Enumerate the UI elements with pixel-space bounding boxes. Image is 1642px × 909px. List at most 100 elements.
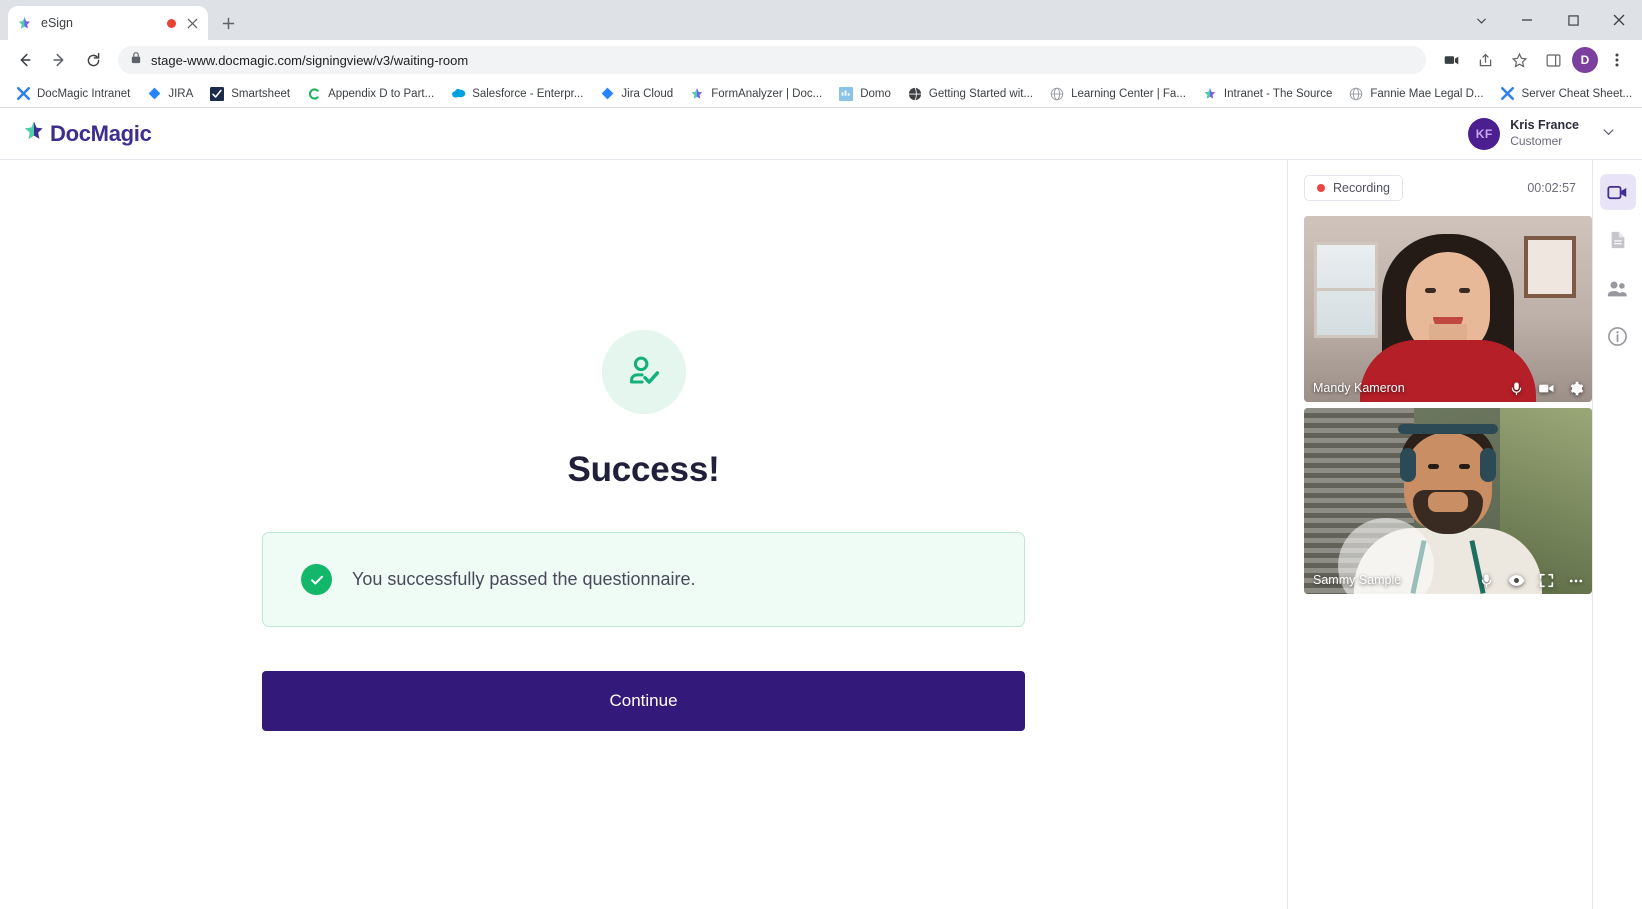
forward-arrow-icon[interactable] <box>44 45 74 75</box>
bookmark-label: JIRA <box>168 87 194 100</box>
alert-message: You successfully passed the questionnair… <box>352 569 696 589</box>
eye-icon[interactable] <box>1508 572 1525 589</box>
url-text: stage-www.docmagic.com/signingview/v3/wa… <box>151 52 469 68</box>
bookmark-label: Jira Cloud <box>621 87 674 100</box>
maximize-icon[interactable] <box>1550 0 1596 40</box>
bookmark-item[interactable]: Smartsheet <box>202 83 297 105</box>
rail-item-video[interactable] <box>1599 174 1636 210</box>
docmagic-star-logo <box>22 119 48 148</box>
browser-profile-avatar[interactable]: D <box>1572 47 1598 73</box>
globe-icon <box>1049 86 1065 102</box>
bookmark-label: Smartsheet <box>231 87 291 100</box>
salesforce-cloud-icon <box>450 86 466 102</box>
avatar: KF <box>1468 117 1501 150</box>
bookmark-item[interactable]: Fannie Mae Legal D... <box>1341 83 1490 105</box>
bookmark-label: FormAnalyzer | Doc... <box>711 87 823 100</box>
kebab-menu-icon[interactable] <box>1602 45 1632 75</box>
participant-name: Mandy Kameron <box>1313 381 1405 395</box>
bookmarks-bar: DocMagic Intranet JIRA Smartsheet Appendix … <box>0 80 1642 108</box>
chevron-down-icon[interactable] <box>1601 124 1616 144</box>
bookmark-label: Getting Started wit... <box>928 87 1034 100</box>
sidepanel-icon[interactable] <box>1538 45 1568 75</box>
browser-tab[interactable]: eSign <box>8 6 208 40</box>
participant-name: Sammy Sample <box>1313 573 1402 587</box>
globe-dark-icon <box>907 86 923 102</box>
bookmark-item[interactable]: Getting Started wit... <box>900 83 1040 105</box>
user-name: Kris France <box>1510 118 1579 133</box>
video-tile[interactable]: Sammy Sample <box>1304 408 1592 594</box>
rail-item-documents[interactable] <box>1600 222 1636 258</box>
video-panel-header: Recording 00:02:57 <box>1304 174 1576 202</box>
rail-item-participants[interactable] <box>1600 270 1636 306</box>
camera-icon[interactable] <box>1538 380 1555 397</box>
microphone-icon[interactable] <box>1509 381 1524 396</box>
app-header: DocMagic KF Kris France Customer <box>0 108 1642 160</box>
reload-icon[interactable] <box>78 45 108 75</box>
minimize-icon[interactable] <box>1504 0 1550 40</box>
gear-icon[interactable] <box>1569 381 1584 396</box>
bookmark-label: Domo <box>860 87 891 100</box>
session-timer: 00:02:57 <box>1527 181 1576 195</box>
user-role: Customer <box>1510 133 1563 148</box>
bookmark-label: Salesforce - Enterpr... <box>472 87 584 100</box>
fullscreen-icon[interactable] <box>1539 573 1554 588</box>
success-alert: You successfully passed the questionnair… <box>262 532 1025 627</box>
check-circle-icon <box>301 564 332 595</box>
video-panel: Recording 00:02:57 Mandy Kameron Sammy S… <box>1287 160 1592 909</box>
page-content: DocMagic KF Kris France Customer Success… <box>0 108 1642 909</box>
tab-strip: eSign <box>0 0 1642 40</box>
bookmark-label: Learning Center | Fa... <box>1071 87 1186 100</box>
bookmark-item[interactable]: Server Cheat Sheet... <box>1493 83 1640 105</box>
docmagic-x-icon <box>1500 86 1516 102</box>
continue-button[interactable]: Continue <box>262 671 1025 731</box>
recording-label: Recording <box>1333 181 1390 195</box>
bookmark-label: Intranet - The Source <box>1223 87 1333 100</box>
brand-name: DocMagic <box>50 120 152 146</box>
bookmark-item[interactable]: JIRA <box>139 83 200 105</box>
tile-controls <box>1479 572 1584 589</box>
lock-icon <box>130 51 142 69</box>
close-icon[interactable] <box>184 15 200 31</box>
recording-dot-icon <box>167 18 176 28</box>
media-cast-icon[interactable] <box>1436 45 1466 75</box>
user-menu[interactable]: KF Kris France Customer <box>1468 117 1620 150</box>
tab-title: eSign <box>41 16 73 30</box>
bookmark-item[interactable]: Intranet - The Source <box>1195 83 1339 105</box>
bookmark-item[interactable]: FormAnalyzer | Doc... <box>682 83 829 105</box>
sidebar-rail <box>1592 160 1642 909</box>
bookmark-item[interactable]: DocMagic Intranet <box>8 83 137 105</box>
jira-diamond-icon <box>146 86 162 102</box>
tile-controls <box>1509 380 1584 397</box>
star-icon[interactable] <box>1504 45 1534 75</box>
brand-logo[interactable]: DocMagic <box>22 119 152 148</box>
jira-diamond-icon <box>599 86 615 102</box>
page-title: Success! <box>567 450 720 489</box>
video-tile[interactable]: Mandy Kameron <box>1304 216 1592 402</box>
bookmark-item[interactable]: Salesforce - Enterpr... <box>443 83 590 105</box>
microphone-icon[interactable] <box>1479 573 1494 588</box>
address-bar[interactable]: stage-www.docmagic.com/signingview/v3/wa… <box>118 46 1426 74</box>
person-check-icon <box>601 330 686 414</box>
bookmark-label: DocMagic Intranet <box>37 87 131 100</box>
browser-window: eSign stage-www.docmagic.com/signingview… <box>0 0 1642 909</box>
docmagic-star-icon <box>1202 86 1218 102</box>
recording-badge: Recording <box>1304 175 1403 201</box>
globe-icon <box>1348 86 1364 102</box>
new-tab-button[interactable] <box>214 9 242 37</box>
bookmark-label: Fannie Mae Legal D... <box>1370 87 1484 100</box>
close-icon[interactable] <box>1596 0 1642 40</box>
bookmark-label: Server Cheat Sheet... <box>1521 87 1633 100</box>
share-icon[interactable] <box>1470 45 1500 75</box>
back-arrow-icon[interactable] <box>10 45 40 75</box>
bookmark-item[interactable]: Learning Center | Fa... <box>1042 83 1193 105</box>
docmagic-star-icon <box>16 15 33 32</box>
chevron-down-icon[interactable] <box>1458 0 1504 40</box>
c-letter-icon <box>306 86 322 102</box>
domo-square-icon <box>838 86 854 102</box>
rail-item-info[interactable] <box>1600 318 1636 354</box>
bookmark-item[interactable]: Appendix D to Part... <box>299 83 441 105</box>
bookmark-item[interactable]: Jira Cloud <box>592 83 680 105</box>
body-row: Success! You successfully passed the que… <box>0 160 1642 909</box>
bookmark-item[interactable]: Domo <box>831 83 898 105</box>
more-options-icon[interactable] <box>1568 573 1584 589</box>
